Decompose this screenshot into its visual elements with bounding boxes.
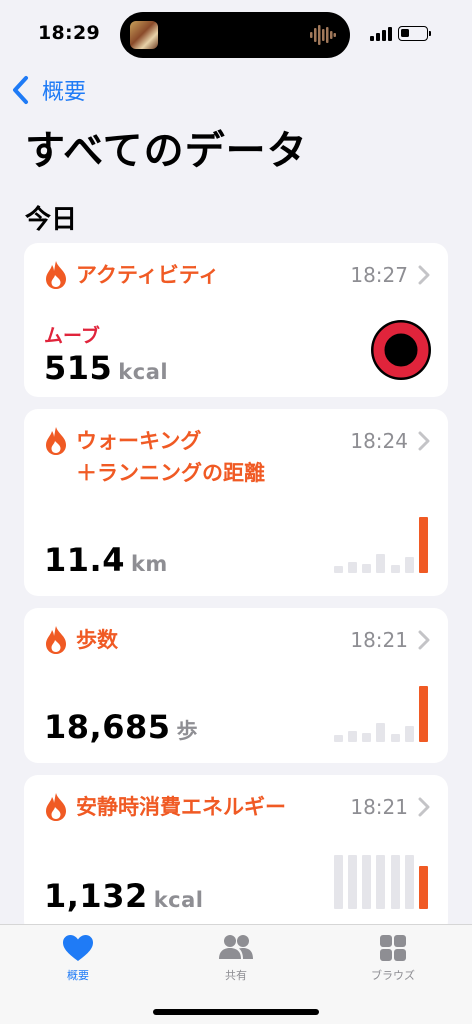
heart-icon xyxy=(63,935,93,961)
page-title: すべてのデータ xyxy=(25,128,308,174)
card-timestamp: 18:21 xyxy=(350,795,408,819)
distance-value: 11.4 xyxy=(44,541,125,579)
sparkline-bar xyxy=(418,686,428,742)
resting-energy-value: 1,132 xyxy=(44,877,148,915)
sparkline-chart xyxy=(334,517,428,573)
resting-energy-card[interactable]: 安静時消費エネルギー 18:21 1,132 kcal xyxy=(24,775,448,935)
sparkline-chart xyxy=(334,686,428,742)
activity-card[interactable]: アクティビティ 18:27 ムーブ 515 kcal xyxy=(24,243,448,397)
distance-unit: km xyxy=(130,552,168,576)
card-timestamp: 18:24 xyxy=(350,429,408,453)
steps-unit: 歩 xyxy=(176,719,198,743)
sparkline-bar xyxy=(348,731,358,742)
home-indicator xyxy=(153,1009,319,1015)
chevron-right-icon xyxy=(418,431,430,451)
card-title: 歩数 xyxy=(76,628,118,652)
tab-label: 概要 xyxy=(67,969,89,982)
people-icon xyxy=(219,935,253,959)
back-label: 概要 xyxy=(42,80,87,105)
status-time: 18:29 xyxy=(38,22,100,44)
sparkline-bar xyxy=(404,557,414,573)
sparkline-bar xyxy=(348,562,358,573)
card-title: ウォーキング ＋ランニングの距離 xyxy=(76,425,350,489)
back-button[interactable]: 概要 xyxy=(10,74,86,106)
card-title-line1: ウォーキング xyxy=(76,429,202,453)
metric-value: 11.4 km xyxy=(44,541,168,579)
sparkline-bar xyxy=(334,855,343,909)
sparkline-bar xyxy=(334,566,343,573)
sparkline-bar xyxy=(390,734,400,742)
grid-icon xyxy=(380,935,406,961)
flame-icon xyxy=(46,626,66,654)
sparkline-bar xyxy=(376,554,386,573)
sparkline-bar xyxy=(390,565,400,573)
walking-running-distance-card[interactable]: ウォーキング ＋ランニングの距離 18:24 11.4 km xyxy=(24,409,448,596)
album-artwork-thumbnail xyxy=(130,21,158,49)
tab-summary[interactable]: 概要 xyxy=(33,933,123,983)
battery-cap xyxy=(429,31,431,36)
metric-value: 1,132 kcal xyxy=(44,877,204,915)
steps-value: 18,685 xyxy=(44,708,171,746)
flame-icon xyxy=(46,793,66,821)
metric-value: 515 kcal xyxy=(44,349,168,387)
sparkline-bar xyxy=(404,726,414,742)
sparkline-bar xyxy=(376,855,386,909)
flame-icon xyxy=(46,261,66,289)
audio-waveform-icon xyxy=(310,25,336,45)
move-value: 515 xyxy=(44,349,113,387)
sparkline-bar xyxy=(362,564,372,573)
chevron-right-icon xyxy=(418,265,430,285)
card-timestamp: 18:21 xyxy=(350,628,408,652)
sparkline-bar xyxy=(348,855,358,909)
status-bar: 18:29 xyxy=(0,0,472,64)
tab-sharing[interactable]: 共有 xyxy=(191,933,281,983)
move-unit: kcal xyxy=(118,360,169,384)
sparkline-bar xyxy=(418,517,428,573)
move-label: ムーブ xyxy=(44,325,100,347)
steps-card[interactable]: 歩数 18:21 18,685 歩 xyxy=(24,608,448,763)
battery-icon xyxy=(398,26,428,41)
sparkline-chart xyxy=(334,855,428,909)
tab-label: ブラウズ xyxy=(371,969,415,982)
card-timestamp: 18:27 xyxy=(350,263,408,287)
sparkline-bar xyxy=(404,855,414,909)
activity-ring-icon xyxy=(371,320,431,380)
sparkline-bar xyxy=(362,733,372,742)
sparkline-bar xyxy=(376,723,386,742)
card-title: 安静時消費エネルギー xyxy=(76,795,286,819)
tab-label: 共有 xyxy=(225,969,247,982)
sparkline-bar xyxy=(390,855,400,909)
card-title-line2: ＋ランニングの距離 xyxy=(76,461,265,485)
tab-browse[interactable]: ブラウズ xyxy=(348,933,438,983)
resting-energy-unit: kcal xyxy=(153,888,204,912)
card-title: アクティビティ xyxy=(76,263,220,287)
chevron-left-icon xyxy=(13,76,28,104)
chevron-right-icon xyxy=(418,797,430,817)
flame-icon xyxy=(46,427,66,455)
sparkline-bar xyxy=(334,735,343,742)
section-title: 今日 xyxy=(25,205,78,235)
sparkline-bar xyxy=(418,866,428,909)
dynamic-island[interactable] xyxy=(120,12,350,58)
sparkline-bar xyxy=(362,855,372,909)
cellular-signal-icon xyxy=(370,27,392,41)
chevron-right-icon xyxy=(418,630,430,650)
metric-value: 18,685 歩 xyxy=(44,708,198,746)
